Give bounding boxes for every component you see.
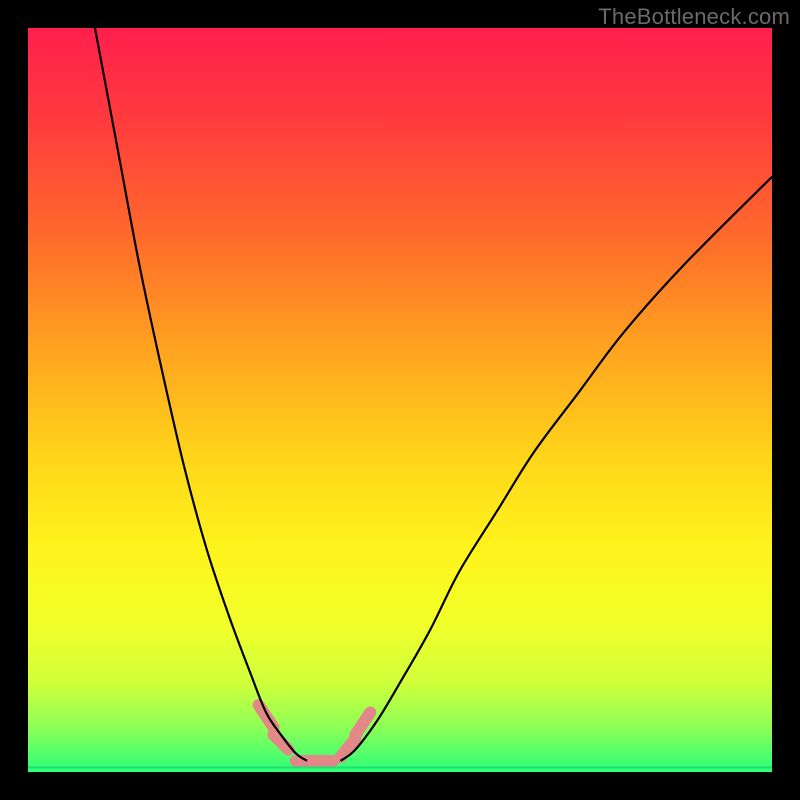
chart-frame (28, 28, 772, 772)
gradient-background (28, 28, 772, 772)
bottleneck-chart (28, 28, 772, 772)
watermark-text: TheBottleneck.com (598, 4, 790, 30)
